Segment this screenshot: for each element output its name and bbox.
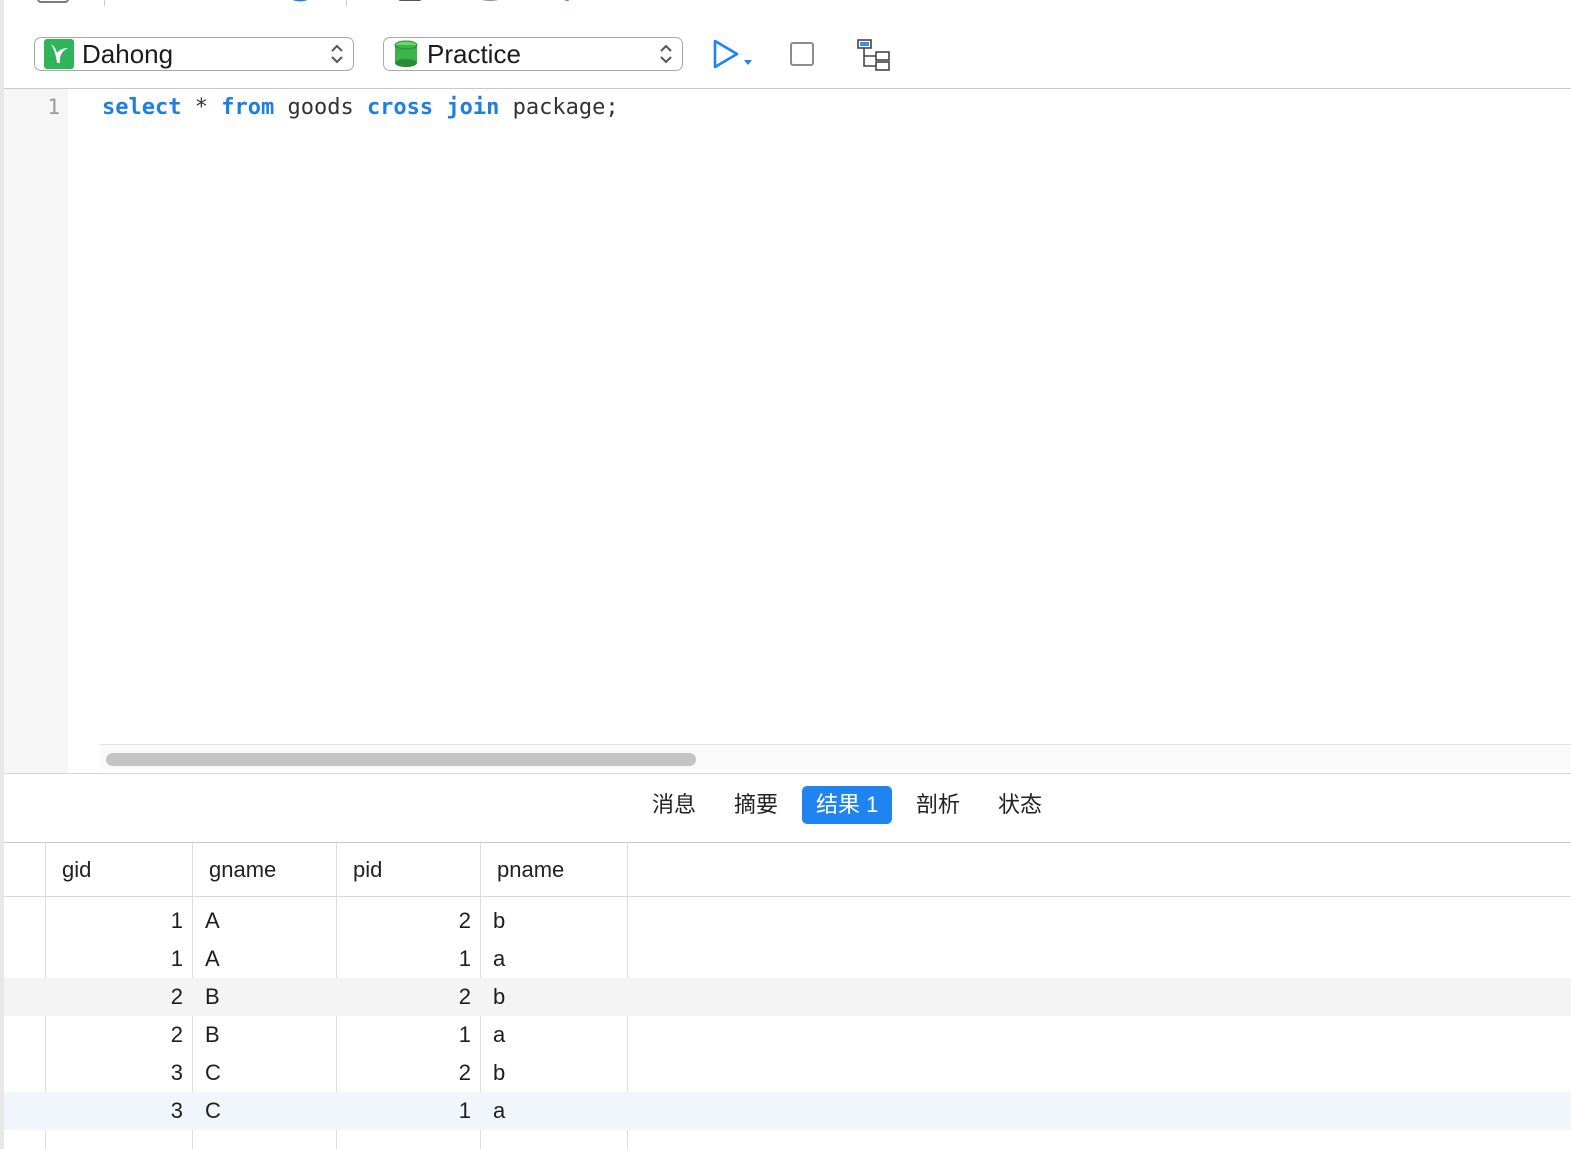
run-play-icon[interactable] [710,38,762,72]
cell-pname[interactable]: b [481,978,628,1016]
cell-gname[interactable]: A [193,902,337,940]
sql-keyword: select [102,95,182,120]
connection-label: Dahong [82,38,174,69]
tab-profile[interactable]: 剖析 [902,786,974,824]
column-header-label: pid [353,857,383,882]
database-select[interactable]: Practice [383,37,683,71]
cell-gid[interactable]: 3 [46,1054,193,1092]
sql-text: package; [499,95,619,120]
tab-status[interactable]: 状态 [984,786,1056,824]
cell-pname[interactable]: b [481,1054,628,1092]
cell-gid[interactable]: 2 [46,1016,193,1054]
table-row[interactable]: 3 C 1 a [4,1092,1571,1130]
chevron-up-down-icon [660,44,672,64]
line-number-gutter: 1 [4,89,68,773]
table-row[interactable]: 2 B 2 b [4,978,1571,1016]
cell-gname[interactable]: C [193,1054,337,1092]
code-line[interactable]: select * from goods cross join package; [102,95,619,120]
partial-toolbar-icon[interactable] [560,0,574,6]
cell-gid[interactable]: 3 [46,1092,193,1130]
table-row[interactable]: 1 A 2 b [4,902,1571,940]
horizontal-scrollbar[interactable] [100,744,1571,769]
cell-pname[interactable]: a [481,1092,628,1130]
cell-gname[interactable]: A [193,940,337,978]
partial-toolbar-icon[interactable] [36,0,76,6]
tab-summary[interactable]: 摘要 [720,786,792,824]
partial-toolbar-icon[interactable] [470,0,510,6]
cell-pname[interactable]: a [481,1016,628,1054]
result-grid: gid gname pid pname 1 A 2 b 1 A 1 a 2 B … [4,843,1571,1149]
partial-toolbar-icon[interactable] [396,0,426,6]
column-header-gname[interactable]: gname [193,843,337,896]
tab-messages[interactable]: 消息 [638,786,710,824]
chevron-up-down-icon [331,44,343,64]
sql-keyword: from [221,95,275,120]
toolbar-divider [346,0,347,6]
toolbar-divider [104,0,105,6]
partial-toolbar-icon[interactable] [154,0,254,6]
sql-editor[interactable]: 1 select * from goods cross join package… [4,89,1571,773]
mysql-dolphin-icon [44,39,74,69]
column-header-label: gname [209,857,277,882]
cell-gname[interactable]: B [193,1016,337,1054]
cell-pname[interactable]: a [481,940,628,978]
partial-toolbar-icon[interactable] [286,0,316,6]
connection-select[interactable]: Dahong [34,37,354,71]
cell-pname[interactable]: b [481,902,628,940]
cell-pid[interactable]: 2 [337,978,481,1016]
top-toolbar-partial [4,0,1571,12]
cell-pid[interactable]: 1 [337,1092,481,1130]
sql-text: * [181,95,222,120]
cell-gname[interactable]: C [193,1092,337,1130]
database-icon [393,39,419,69]
stop-icon[interactable] [790,42,814,66]
table-row[interactable]: 1 A 1 a [4,940,1571,978]
column-header-gid[interactable]: gid [46,843,193,896]
cell-pid[interactable]: 2 [337,1054,481,1092]
query-toolbar: Dahong Practice [4,12,1571,89]
cell-gname[interactable]: B [193,978,337,1016]
cell-gid[interactable]: 2 [46,978,193,1016]
cell-gid[interactable]: 1 [46,902,193,940]
column-header-label: pname [497,857,565,882]
cell-pid[interactable]: 1 [337,1016,481,1054]
sql-keyword: cross [366,95,434,120]
sql-text: goods [274,95,367,120]
table-row[interactable]: 3 C 2 b [4,1054,1571,1092]
grid-header: gid gname pid pname [4,843,1571,897]
cell-gid[interactable]: 1 [46,940,193,978]
table-row[interactable]: 2 B 1 a [4,1016,1571,1054]
column-header-label: gid [62,857,92,882]
column-header-pname[interactable]: pname [481,843,628,896]
explain-tree-icon[interactable] [856,38,892,72]
cell-pid[interactable]: 1 [337,940,481,978]
tab-result-1[interactable]: 结果 1 [802,786,893,824]
scrollbar-thumb[interactable] [106,753,696,766]
sql-keyword: join [446,95,500,120]
cell-pid[interactable]: 2 [337,902,481,940]
column-header-pid[interactable]: pid [337,843,481,896]
line-number: 1 [47,95,60,119]
database-label: Practice [427,38,521,69]
result-tab-bar: 消息 摘要 结果 1 剖析 状态 [4,774,1571,843]
